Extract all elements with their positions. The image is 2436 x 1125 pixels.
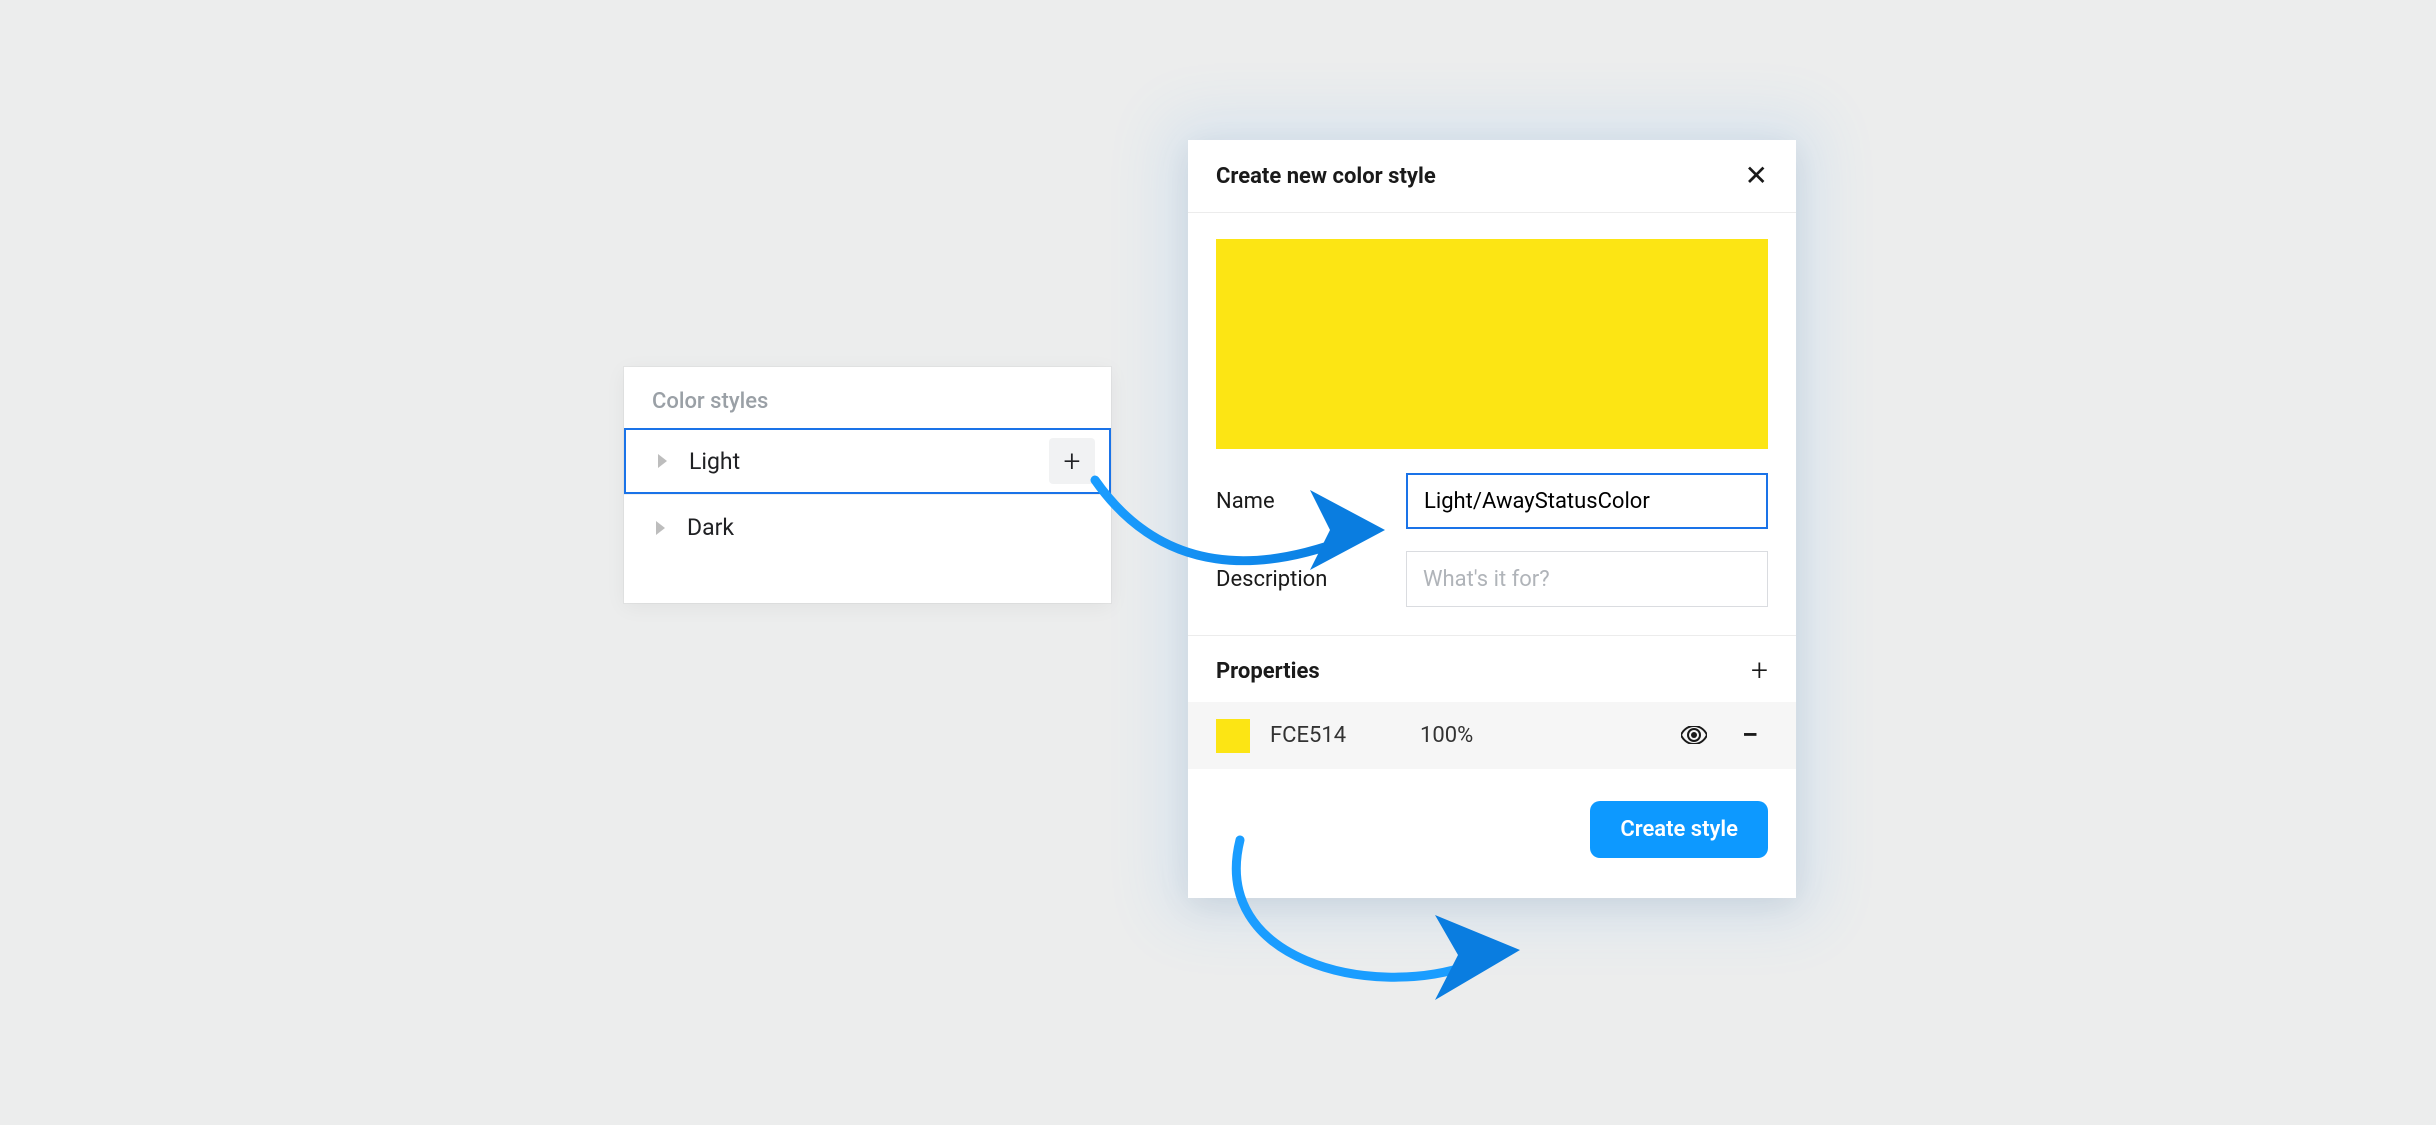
create-style-button[interactable]: Create style: [1590, 801, 1768, 858]
color-preview-swatch[interactable]: [1216, 239, 1768, 449]
properties-header-label: Properties: [1216, 659, 1751, 684]
description-field-label: Description: [1216, 567, 1406, 592]
property-hex[interactable]: FCE514: [1270, 723, 1420, 748]
plus-icon: +: [1751, 653, 1768, 688]
property-opacity[interactable]: 100%: [1420, 723, 1676, 748]
color-style-label: Light: [689, 448, 1049, 475]
color-style-label: Dark: [687, 514, 1097, 541]
plus-icon: +: [1064, 444, 1081, 479]
add-property-button[interactable]: +: [1751, 656, 1768, 686]
name-input[interactable]: [1406, 473, 1768, 529]
properties-section: Properties + FCE514 100% −: [1188, 636, 1796, 769]
dialog-fields: Name Description: [1188, 449, 1796, 636]
add-color-style-button[interactable]: +: [1049, 438, 1095, 484]
minus-icon: −: [1742, 718, 1759, 753]
close-button[interactable]: ✕: [1745, 162, 1768, 190]
color-styles-header: Color styles: [624, 367, 1111, 428]
dialog-header: Create new color style ✕: [1188, 140, 1796, 213]
visibility-toggle[interactable]: [1676, 722, 1712, 750]
property-swatch[interactable]: [1216, 719, 1250, 753]
name-field-row: Name: [1216, 473, 1768, 529]
name-field-label: Name: [1216, 489, 1406, 514]
property-row[interactable]: FCE514 100% −: [1188, 702, 1796, 769]
remove-property-button[interactable]: −: [1732, 718, 1768, 753]
chevron-right-icon: [658, 454, 667, 468]
color-styles-panel: Color styles Light + Dark: [624, 367, 1111, 603]
description-field-row: Description: [1216, 551, 1768, 607]
description-input[interactable]: [1406, 551, 1768, 607]
dialog-title: Create new color style: [1216, 164, 1745, 189]
eye-icon: [1681, 726, 1707, 744]
properties-header: Properties +: [1216, 656, 1768, 702]
close-icon: ✕: [1745, 159, 1768, 192]
create-color-style-dialog: Create new color style ✕ Name Descriptio…: [1188, 140, 1796, 898]
color-style-row-light[interactable]: Light +: [624, 428, 1111, 494]
color-preview-wrap: [1188, 213, 1796, 449]
chevron-right-icon: [656, 521, 665, 535]
dialog-footer: Create style: [1188, 769, 1796, 898]
color-style-row-dark[interactable]: Dark: [624, 494, 1111, 560]
